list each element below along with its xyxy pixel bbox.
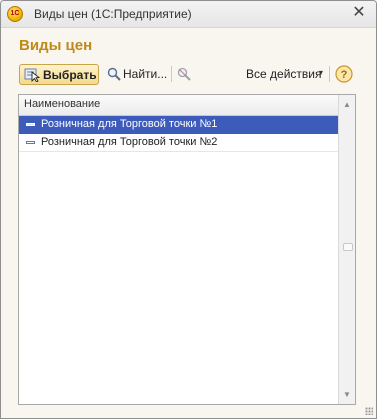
1c-logo-icon: 1С (7, 6, 23, 22)
vertical-scrollbar[interactable]: ▲ ▼ (338, 95, 355, 404)
help-icon[interactable]: ? (335, 65, 353, 83)
find-button[interactable]: Найти... (106, 64, 168, 85)
clear-search-icon[interactable] (176, 66, 192, 82)
all-actions-label: Все действия (246, 67, 322, 81)
form-title: Виды цен (19, 37, 93, 54)
row-name: Розничная для Торговой точки №1 (41, 118, 218, 130)
magnifier-icon (107, 67, 121, 81)
select-cursor-icon (24, 68, 40, 82)
all-actions-menu[interactable]: Все действия ▾ (246, 64, 328, 85)
find-button-label: Найти... (123, 67, 168, 81)
select-button-label: Выбрать (43, 68, 97, 82)
toolbar-divider (329, 66, 330, 82)
catalog-item-icon (26, 123, 35, 126)
chevron-down-icon: ▾ (319, 68, 324, 77)
dialog-window: 1С Виды цен (1С:Предприятие) ✕ Виды цен … (0, 0, 377, 419)
column-header-label: Наименование (24, 98, 101, 110)
table-row[interactable]: Розничная для Торговой точки №2 (19, 134, 338, 152)
scroll-thumb[interactable] (343, 243, 353, 251)
column-header-name[interactable]: Наименование (19, 95, 338, 116)
table-row[interactable]: Розничная для Торговой точки №1 (19, 116, 338, 134)
row-name: Розничная для Торговой точки №2 (41, 136, 218, 148)
scroll-down-icon[interactable]: ▼ (339, 386, 355, 403)
scroll-up-icon[interactable]: ▲ (339, 96, 355, 113)
select-button[interactable]: Выбрать (19, 64, 99, 85)
catalog-item-icon (26, 141, 35, 144)
toolbar-divider (171, 66, 172, 82)
help-symbol: ? (341, 69, 348, 81)
price-types-list[interactable]: Наименование Розничная для Торговой точк… (18, 94, 356, 405)
title-bar[interactable]: 1С Виды цен (1С:Предприятие) ✕ (1, 1, 376, 28)
close-button[interactable]: ✕ (351, 4, 367, 22)
toolbar: Выбрать Найти... Все действия ▾ ? (18, 63, 356, 87)
resize-grip[interactable] (365, 407, 373, 415)
window-title: Виды цен (1С:Предприятие) (34, 7, 192, 21)
